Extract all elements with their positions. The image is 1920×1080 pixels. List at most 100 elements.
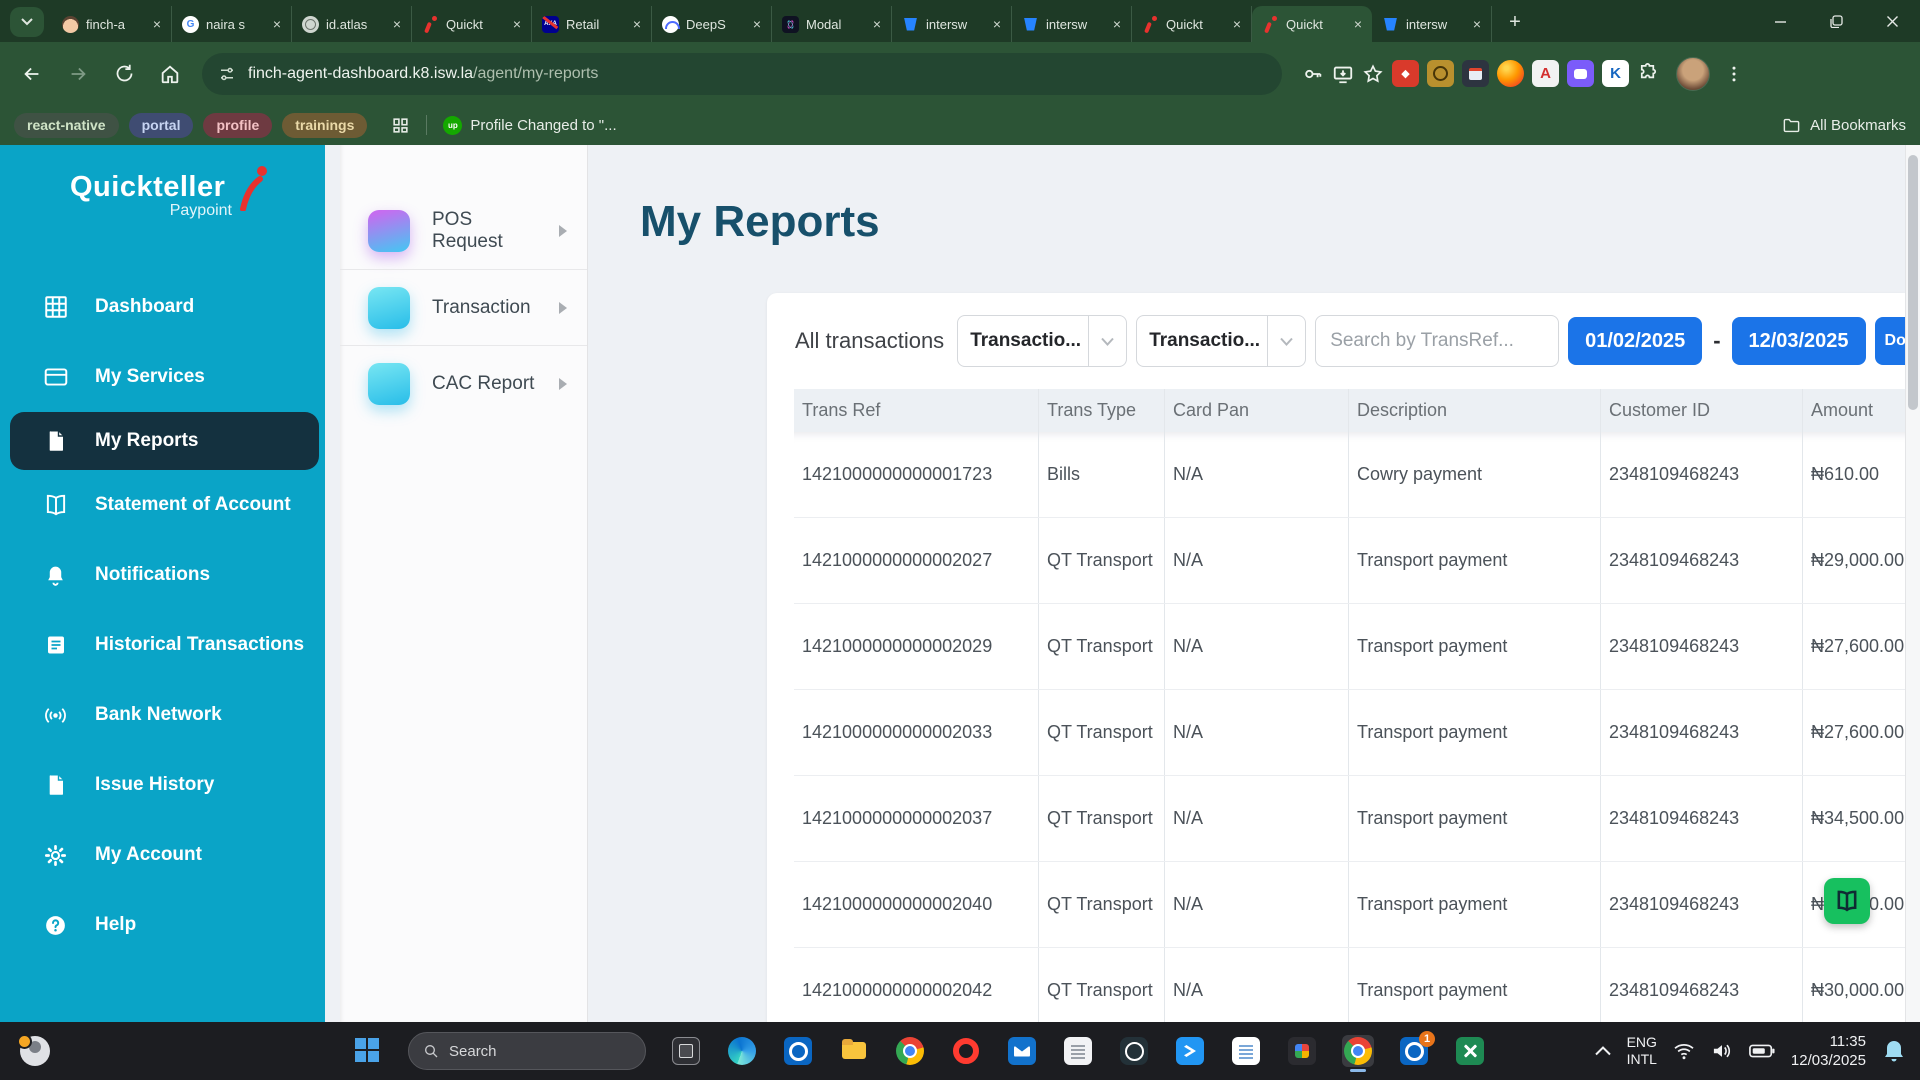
transref-search-input[interactable] bbox=[1315, 315, 1559, 367]
tab-quickteller-2[interactable]: Quickt × bbox=[1132, 6, 1252, 42]
scrollbar-thumb[interactable] bbox=[1908, 155, 1918, 410]
table-row[interactable]: 1421000000000001723 Bills N/A Cowry paym… bbox=[794, 432, 1905, 518]
tab-close-icon[interactable]: × bbox=[149, 16, 165, 32]
tab-quickteller-1[interactable]: Quickt × bbox=[412, 6, 532, 42]
submenu-item-pos-request[interactable]: POS Request bbox=[340, 193, 587, 269]
sidebar-item-my-account[interactable]: My Account bbox=[0, 820, 325, 890]
apps-grid-icon[interactable] bbox=[391, 116, 410, 135]
notepad-button[interactable] bbox=[1062, 1035, 1094, 1067]
profile-avatar[interactable] bbox=[1676, 57, 1710, 91]
vscode-button[interactable] bbox=[1174, 1035, 1206, 1067]
tab-close-icon[interactable]: × bbox=[1350, 16, 1366, 32]
taskbar-clock[interactable]: 11:35 12/03/2025 bbox=[1791, 1032, 1866, 1071]
volume-icon[interactable] bbox=[1711, 1042, 1733, 1060]
maximize-button[interactable] bbox=[1808, 0, 1864, 42]
page-scrollbar[interactable] bbox=[1905, 145, 1920, 1022]
firefox-icon[interactable] bbox=[1497, 60, 1524, 87]
table-row[interactable]: 1421000000000002040 QT Transport N/A Tra… bbox=[794, 862, 1905, 948]
tab-group-react-native[interactable]: react-native bbox=[14, 113, 119, 138]
close-window-button[interactable] bbox=[1864, 0, 1920, 42]
extension-letter-a-icon[interactable] bbox=[1532, 60, 1559, 87]
tab-close-icon[interactable]: × bbox=[869, 16, 885, 32]
extension-camera-icon[interactable] bbox=[1427, 60, 1454, 87]
tab-search-button[interactable] bbox=[10, 7, 44, 37]
outlook-button[interactable] bbox=[782, 1035, 814, 1067]
sidebar-item-help[interactable]: Help bbox=[0, 890, 325, 960]
sidebar-item-dashboard[interactable]: Dashboard bbox=[0, 272, 325, 342]
tray-chevron-up-icon[interactable] bbox=[1595, 1046, 1611, 1056]
tab-close-icon[interactable]: × bbox=[989, 16, 1005, 32]
menu-kebab-icon[interactable] bbox=[1724, 64, 1744, 84]
tab-retail[interactable]: Retail × bbox=[532, 6, 652, 42]
table-row[interactable]: 1421000000000002029 QT Transport N/A Tra… bbox=[794, 604, 1905, 690]
submenu-item-transaction[interactable]: Transaction bbox=[340, 269, 587, 345]
taskbar-profile-icon[interactable] bbox=[20, 1036, 50, 1066]
all-bookmarks-button[interactable]: All Bookmarks bbox=[1782, 116, 1906, 135]
reload-button[interactable] bbox=[104, 54, 144, 94]
extensions-puzzle-icon[interactable] bbox=[1637, 62, 1660, 85]
tab-close-icon[interactable]: × bbox=[1229, 16, 1245, 32]
whatsapp-button[interactable] bbox=[1118, 1035, 1150, 1067]
sidebar-item-bank-network[interactable]: Bank Network bbox=[0, 680, 325, 750]
document-button[interactable] bbox=[1230, 1035, 1262, 1067]
sidebar-item-historical-transactions[interactable]: Historical Transactions bbox=[0, 610, 325, 680]
transaction-type-dropdown[interactable]: Transactio... bbox=[957, 315, 1127, 367]
table-row[interactable]: 1421000000000002037 QT Transport N/A Tra… bbox=[794, 776, 1905, 862]
table-row[interactable]: 1421000000000002042 QT Transport N/A Tra… bbox=[794, 948, 1905, 1022]
new-tab-button[interactable]: + bbox=[1500, 7, 1530, 37]
minimize-button[interactable] bbox=[1752, 0, 1808, 42]
bookmark-star-icon[interactable] bbox=[1362, 63, 1384, 85]
column-header-trans-ref[interactable]: Trans Ref bbox=[794, 389, 1038, 432]
outlook-badged-button[interactable]: 1 bbox=[1398, 1035, 1430, 1067]
tab-close-icon[interactable]: × bbox=[749, 16, 765, 32]
transaction-status-dropdown[interactable]: Transactio... bbox=[1136, 315, 1306, 367]
forward-button[interactable] bbox=[58, 54, 98, 94]
column-header-trans-type[interactable]: Trans Type bbox=[1038, 389, 1164, 432]
home-button[interactable] bbox=[150, 54, 190, 94]
column-header-customer-id[interactable]: Customer ID bbox=[1600, 389, 1802, 432]
battery-icon[interactable] bbox=[1749, 1043, 1775, 1059]
opera-button[interactable] bbox=[950, 1035, 982, 1067]
tab-modal[interactable]: Modal × bbox=[772, 6, 892, 42]
download-button[interactable]: Down bbox=[1875, 317, 1905, 365]
tab-interswitch-1[interactable]: intersw × bbox=[892, 6, 1012, 42]
address-bar[interactable]: finch-agent-dashboard.k8.isw.la/agent/my… bbox=[202, 53, 1282, 95]
tab-idatlas[interactable]: id.atlas × bbox=[292, 6, 412, 42]
sidebar-item-my-reports[interactable]: My Reports bbox=[10, 412, 319, 470]
tab-close-icon[interactable]: × bbox=[629, 16, 645, 32]
tab-interswitch-2[interactable]: intersw × bbox=[1012, 6, 1132, 42]
file-explorer-button[interactable] bbox=[838, 1035, 870, 1067]
tab-group-trainings[interactable]: trainings bbox=[282, 113, 367, 138]
column-header-card-pan[interactable]: Card Pan bbox=[1164, 389, 1348, 432]
tab-deepseek[interactable]: DeepS × bbox=[652, 6, 772, 42]
taskbar-search[interactable]: Search bbox=[408, 1032, 646, 1070]
tab-finch[interactable]: finch-a × bbox=[52, 6, 172, 42]
sidebar-item-issue-history[interactable]: Issue History bbox=[0, 750, 325, 820]
tab-close-icon[interactable]: × bbox=[1109, 16, 1125, 32]
excel-button[interactable] bbox=[1454, 1035, 1486, 1067]
install-app-icon[interactable] bbox=[1332, 63, 1354, 85]
wifi-icon[interactable] bbox=[1673, 1042, 1695, 1060]
edge-button[interactable] bbox=[726, 1035, 758, 1067]
extension-calendar-icon[interactable] bbox=[1462, 60, 1489, 87]
date-from-button[interactable]: 01/02/2025 bbox=[1568, 317, 1702, 365]
tab-group-portal[interactable]: portal bbox=[129, 113, 194, 138]
tab-close-icon[interactable]: × bbox=[1469, 16, 1485, 32]
submenu-item-cac-report[interactable]: CAC Report bbox=[340, 345, 587, 421]
photos-button[interactable] bbox=[1286, 1035, 1318, 1067]
floating-book-widget[interactable] bbox=[1824, 878, 1870, 924]
tab-quickteller-active[interactable]: Quickt × bbox=[1252, 6, 1372, 42]
date-to-button[interactable]: 12/03/2025 bbox=[1732, 317, 1866, 365]
column-header-description[interactable]: Description bbox=[1348, 389, 1600, 432]
table-row[interactable]: 1421000000000002033 QT Transport N/A Tra… bbox=[794, 690, 1905, 776]
sidebar-item-notifications[interactable]: Notifications bbox=[0, 540, 325, 610]
chrome-button[interactable] bbox=[894, 1035, 926, 1067]
bookmark-upwork-profile[interactable]: Profile Changed to "... bbox=[443, 116, 616, 135]
sidebar-item-my-services[interactable]: My Services bbox=[0, 342, 325, 412]
extension-chat-icon[interactable] bbox=[1567, 60, 1594, 87]
tab-group-profile[interactable]: profile bbox=[203, 113, 272, 138]
mail-button[interactable] bbox=[1006, 1035, 1038, 1067]
extension-k-icon[interactable] bbox=[1602, 60, 1629, 87]
notification-bell-icon[interactable] bbox=[1882, 1038, 1906, 1064]
back-button[interactable] bbox=[12, 54, 52, 94]
